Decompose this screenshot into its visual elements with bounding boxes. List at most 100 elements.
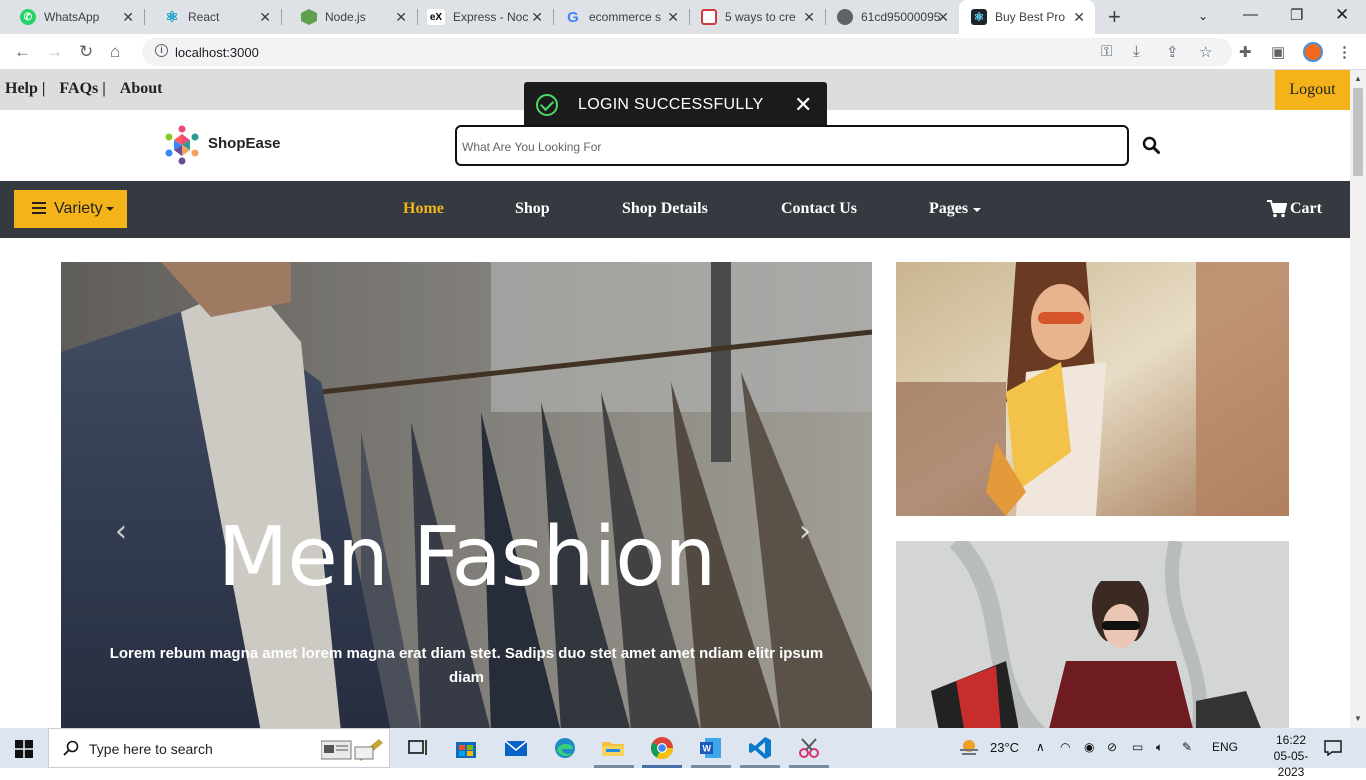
hamburger-icon [32,202,46,214]
scrollbar-thumb[interactable] [1353,88,1363,176]
page-scrollbar[interactable]: ▲ ▼ [1350,70,1366,728]
logout-button[interactable]: Logout [1275,70,1350,110]
chrome-icon[interactable] [650,736,674,760]
cart-icon[interactable] [1267,200,1287,218]
notifications-icon[interactable] [1324,740,1342,756]
maximize-button[interactable]: ❐ [1290,6,1303,24]
tab-title: 61cd95000095 [861,10,941,24]
search-icon[interactable] [1142,136,1160,154]
nav-contact-us[interactable]: Contact Us [781,200,857,218]
about-link[interactable]: About [120,80,163,97]
tab-whatsapp[interactable]: ✆ WhatsApp ✕ [0,0,144,34]
faqs-link[interactable]: FAQs | [59,80,105,97]
nav-pages[interactable]: Pages [929,200,968,218]
tab-express[interactable]: eX Express - Noc ✕ [417,0,553,34]
nav-home[interactable]: Home [403,200,444,218]
volume-icon[interactable]: 🔈︎ [1156,740,1163,755]
meet-now-icon[interactable]: ⊘ [1107,740,1117,754]
microsoft-store-icon[interactable] [454,736,478,760]
close-tab-icon[interactable]: ✕ [803,9,815,26]
weather-haze-icon[interactable] [958,738,980,758]
variety-dropdown-button[interactable]: Variety [14,190,127,228]
webcam-icon[interactable]: ◉ [1084,740,1094,754]
tab-61cd[interactable]: 61cd95000095 ✕ [825,0,959,34]
side-banner-shopping-woman[interactable] [896,262,1289,516]
shopping-woman-image [896,262,1289,516]
close-tab-icon[interactable]: ✕ [937,9,949,26]
pen-icon[interactable]: ✎ [1182,740,1192,754]
task-view-icon[interactable] [406,736,430,760]
snipping-tool-icon[interactable] [797,736,821,760]
forward-icon[interactable]: → [46,42,63,62]
minimize-button[interactable]: — [1243,6,1258,23]
windows-start-icon[interactable] [15,740,33,758]
mail-icon[interactable] [504,736,528,760]
nav-shop[interactable]: Shop [515,200,550,218]
shopease-logo[interactable] [162,124,202,166]
tab-search-chevron-icon[interactable]: ⌄ [1198,9,1208,23]
tab-5-ways[interactable]: 5 ways to cre ✕ [689,0,825,34]
battery-icon[interactable]: ▭ [1132,740,1143,754]
express-icon: eX [427,9,445,25]
back-icon[interactable]: ← [14,42,31,62]
show-hidden-icons-icon[interactable]: ∧ [1036,740,1045,754]
main-navbar: Variety Home Shop Shop Details Contact U… [0,181,1350,238]
language-indicator[interactable]: ENG [1212,740,1238,754]
help-link[interactable]: Help | [5,80,45,97]
network-icon[interactable]: ◠ [1060,740,1070,754]
file-explorer-icon[interactable] [601,736,625,760]
bookmark-star-icon[interactable]: ☆ [1199,43,1212,61]
site-info-icon[interactable]: i [155,44,168,57]
side-panel-icon[interactable]: ▣ [1271,43,1285,61]
close-toast-button[interactable]: ✕ [794,92,812,118]
nav-cart[interactable]: Cart [1290,200,1322,218]
reload-icon[interactable]: ↻ [79,42,93,62]
nav-shop-details[interactable]: Shop Details [622,200,708,218]
globe-icon [837,9,853,25]
scroll-down-icon[interactable]: ▼ [1354,714,1362,723]
taskbar-search-placeholder: Type here to search [89,741,213,757]
svg-text:W: W [703,744,712,754]
vscode-icon[interactable] [748,736,772,760]
weather-temperature[interactable]: 23°C [990,740,1019,755]
tab-react[interactable]: ⚛ React ✕ [144,0,281,34]
tab-google[interactable]: G ecommerce s ✕ [553,0,689,34]
omnibox[interactable]: i localhost:3000 [142,38,1232,66]
news-widget-icon[interactable] [321,737,383,761]
word-icon[interactable]: W [699,736,723,760]
key-icon[interactable]: ⚿ [1101,43,1112,60]
install-icon[interactable]: ⤓ [1133,43,1140,60]
close-window-button[interactable]: ✕ [1335,5,1349,25]
clock[interactable]: 16:22 05-05-2023 [1262,732,1320,780]
menu-kebab-icon[interactable]: ⋮ [1337,43,1352,61]
close-tab-icon[interactable]: ✕ [667,9,679,26]
close-tab-icon[interactable]: ✕ [1073,9,1085,26]
close-tab-icon[interactable]: ✕ [531,9,543,26]
share-icon[interactable]: ⇪ [1166,43,1179,61]
hero-carousel[interactable]: Men Fashion Lorem rebum magna amet lorem… [61,262,872,728]
extensions-icon[interactable]: ✚ [1239,43,1252,61]
side-banner-fashion-woman[interactable] [896,541,1289,728]
scroll-up-icon[interactable]: ▲ [1354,74,1362,83]
web-page: Help | FAQs | About Logout LOGIN SUCCESS… [0,70,1350,728]
carousel-prev-icon[interactable]: ‹ [115,514,127,549]
close-tab-icon[interactable]: ✕ [395,9,407,26]
tab-nodejs[interactable]: Node.js ✕ [281,0,417,34]
search-input[interactable]: What Are You Looking For [455,125,1129,166]
home-icon[interactable]: ⌂ [110,42,120,62]
pages-caret-icon[interactable] [973,208,981,212]
clock-time: 16:22 [1275,733,1307,747]
profile-avatar[interactable] [1303,42,1323,62]
url-text[interactable]: localhost:3000 [175,45,259,60]
tab-title: Express - Noc [453,10,529,24]
tab-buy-best-products[interactable]: ⚛ Buy Best Pro ✕ [959,0,1095,34]
carousel-next-icon[interactable]: › [799,514,811,549]
edge-browser-icon[interactable] [553,736,577,760]
clock-date: 05-05-2023 [1273,749,1309,779]
check-circle-icon [536,94,558,116]
new-tab-button[interactable]: + [1108,4,1121,30]
taskbar-search-box[interactable]: Type here to search [48,728,390,768]
close-tab-icon[interactable]: ✕ [259,9,271,26]
brand-name[interactable]: ShopEase [208,135,281,152]
close-tab-icon[interactable]: ✕ [122,9,134,26]
